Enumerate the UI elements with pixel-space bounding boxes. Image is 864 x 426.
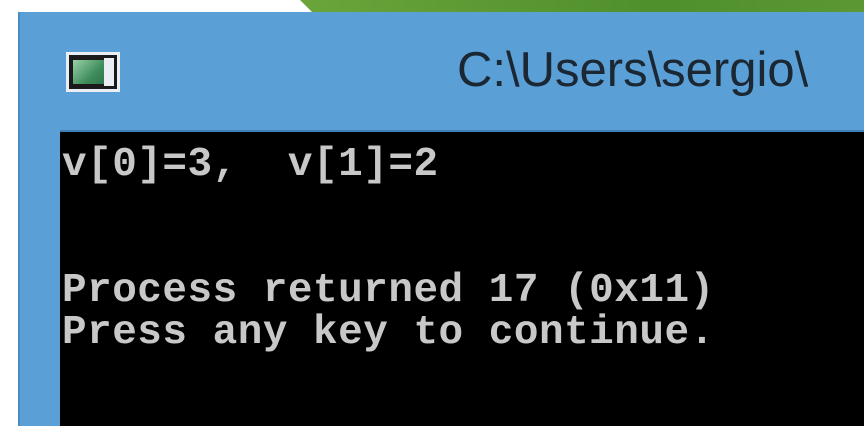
console-line: Process returned 17 (0x11) (62, 268, 715, 314)
window-title: C:\Users\sergio\ (457, 43, 809, 97)
console-line: Press any key to continue. (62, 310, 715, 356)
console-app-icon[interactable] (66, 52, 120, 92)
console-window[interactable]: C:\Users\sergio\ v[0]=3, v[1]=2 Process … (18, 12, 864, 426)
console-line: v[0]=3, v[1]=2 (62, 142, 439, 188)
console-app-icon-bar (104, 58, 114, 86)
console-output-area[interactable]: v[0]=3, v[1]=2 Process returned 17 (0x11… (60, 130, 864, 426)
desktop-background (0, 0, 864, 12)
desktop-accent-shape (300, 0, 864, 12)
window-titlebar[interactable]: C:\Users\sergio\ (20, 12, 864, 130)
